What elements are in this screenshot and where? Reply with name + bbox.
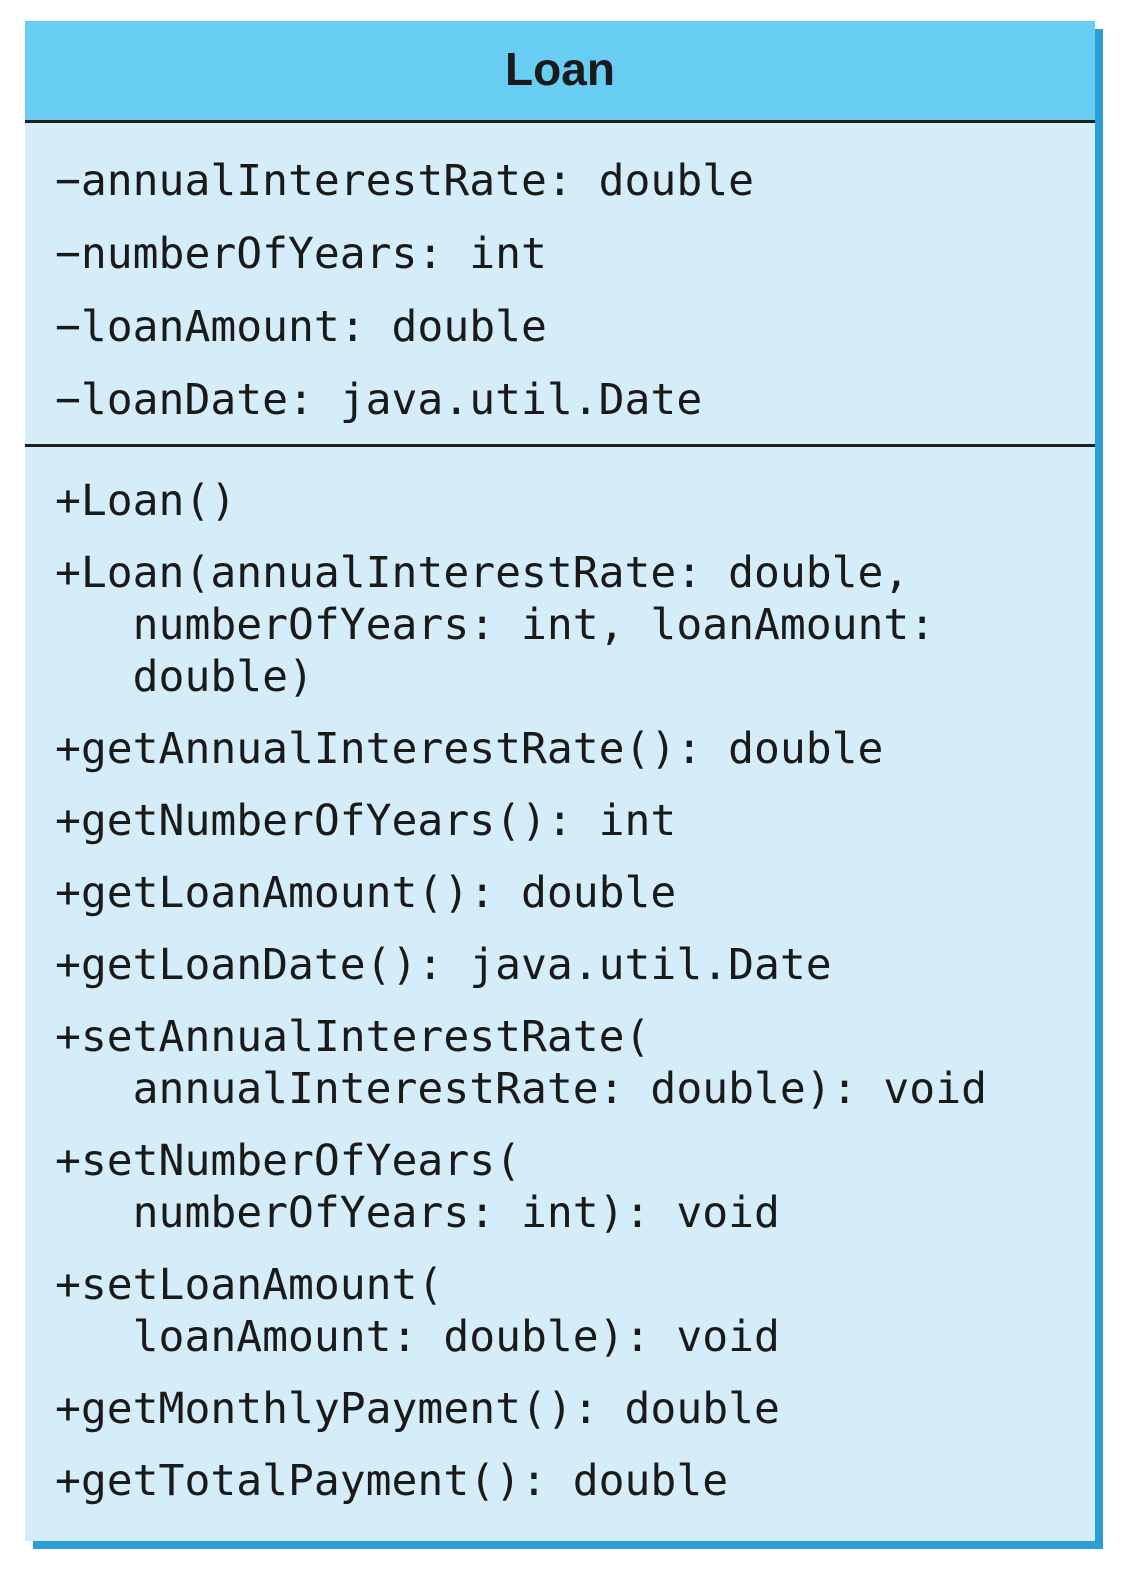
method-default-constructor: +Loan() [55, 476, 237, 526]
method-set-number-of-years: +setNumberOfYears( numberOfYears: int): … [55, 1136, 780, 1238]
method-get-annual-interest-rate: +getAnnualInterestRate(): double [55, 724, 884, 774]
methods-compartment: +Loan() +Loan(annualInterestRate: double… [25, 447, 1095, 1507]
method-get-number-of-years: +getNumberOfYears(): int [55, 796, 677, 846]
class-name: Loan [505, 42, 615, 95]
method-full-constructor: +Loan(annualInterestRate: double, number… [55, 548, 936, 702]
method-get-loan-amount: +getLoanAmount(): double [55, 868, 677, 918]
attribute-loan-date: −loanDate: java.util.Date [55, 375, 703, 425]
attribute-annual-interest-rate: −annualInterestRate: double [55, 156, 754, 206]
method-set-annual-interest-rate: +setAnnualInterestRate( annualInterestRa… [55, 1012, 987, 1114]
attribute-loan-amount: −loanAmount: double [55, 302, 547, 352]
method-get-total-payment: +getTotalPayment(): double [55, 1456, 729, 1506]
attributes-compartment: −annualInterestRate: double −numberOfYea… [25, 123, 1095, 447]
method-get-monthly-payment: +getMonthlyPayment(): double [55, 1384, 780, 1434]
method-set-loan-amount: +setLoanAmount( loanAmount: double): voi… [55, 1260, 780, 1362]
uml-class-box: Loan −annualInterestRate: double −number… [25, 21, 1095, 1541]
method-get-loan-date: +getLoanDate(): java.util.Date [55, 940, 832, 990]
attribute-number-of-years: −numberOfYears: int [55, 229, 547, 279]
class-header: Loan [25, 21, 1095, 123]
